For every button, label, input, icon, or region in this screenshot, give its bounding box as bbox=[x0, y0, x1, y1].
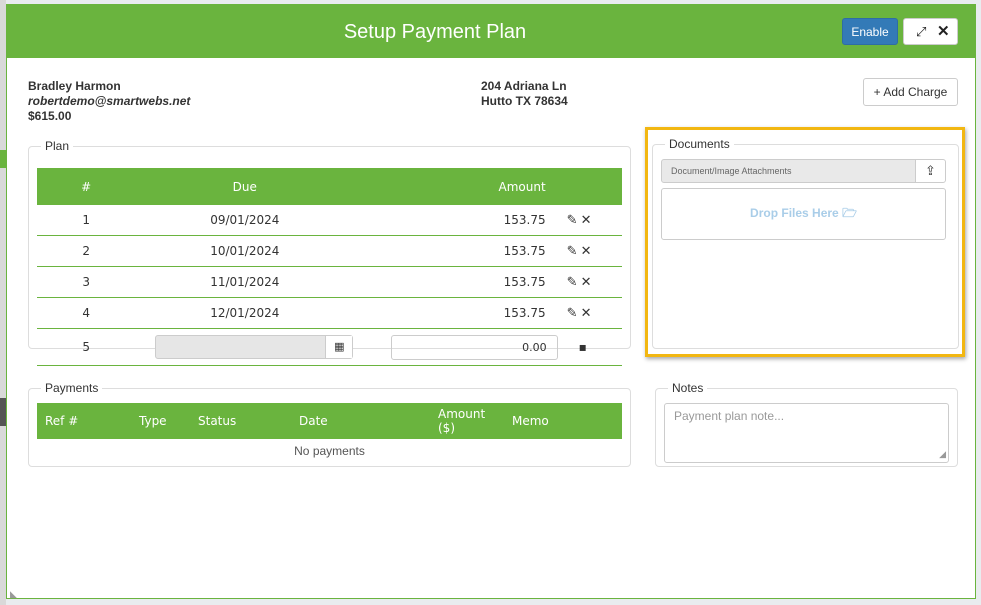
col-type: Type bbox=[131, 403, 190, 439]
expand-icon[interactable]: ⤢ bbox=[916, 24, 926, 40]
address-line1: 204 Adriana Ln bbox=[481, 79, 567, 93]
edit-icon[interactable]: ✎ bbox=[567, 213, 578, 228]
row-due: 10/01/2024 bbox=[135, 235, 355, 267]
calendar-icon[interactable]: ▦ bbox=[325, 336, 353, 358]
col-status: Status bbox=[190, 403, 291, 439]
row-actions: ✎ ✕ bbox=[565, 235, 622, 267]
row-number: 3 bbox=[37, 266, 136, 298]
notes-placeholder: Payment plan note... bbox=[674, 409, 785, 423]
col-ref: Ref # bbox=[37, 403, 131, 439]
row-number: 2 bbox=[37, 235, 136, 267]
plan-legend: Plan bbox=[45, 139, 70, 153]
notes-section: Notes Payment plan note... ◢ bbox=[655, 381, 958, 467]
save-icon[interactable]: ▪ bbox=[567, 340, 587, 354]
customer-info: Bradley Harmon robertdemo@smartwebs.net … bbox=[28, 79, 190, 124]
payment-plan-modal: Setup Payment Plan Enable ⤢ ✕ Bradley Ha… bbox=[6, 4, 976, 599]
due-date-input[interactable]: ▦ bbox=[155, 335, 354, 359]
delete-icon[interactable]: ✕ bbox=[581, 275, 592, 290]
documents-highlight bbox=[645, 127, 965, 357]
edit-icon[interactable]: ✎ bbox=[567, 275, 578, 290]
row-due: 11/01/2024 bbox=[135, 266, 355, 298]
modal-title: Setup Payment Plan bbox=[343, 21, 527, 43]
col-number: # bbox=[37, 168, 136, 205]
new-row: 5 ▦ 0.00 ▪ bbox=[37, 328, 622, 366]
col-memo: Memo bbox=[504, 403, 622, 439]
row-number: 1 bbox=[37, 205, 136, 236]
close-icon[interactable]: ✕ bbox=[937, 22, 950, 40]
window-controls: ⤢ ✕ bbox=[903, 18, 958, 45]
col-amount: Amount bbox=[354, 168, 566, 205]
table-row: 1 09/01/2024 153.75 ✎ ✕ bbox=[37, 205, 622, 236]
col-due: Due bbox=[135, 168, 355, 205]
customer-address: 204 Adriana Ln Hutto TX 78634 bbox=[481, 79, 568, 109]
address-line2: Hutto TX 78634 bbox=[481, 94, 568, 108]
new-row-amount-cell: 0.00 bbox=[354, 328, 566, 366]
payments-section: Payments Ref # Type Status Date Amount (… bbox=[28, 381, 631, 467]
col-amount: Amount ($) bbox=[430, 403, 504, 439]
add-charge-label: Add Charge bbox=[883, 85, 948, 99]
no-payments-text: No payments bbox=[294, 444, 365, 458]
customer-name: Bradley Harmon bbox=[28, 79, 121, 93]
modal-resize-icon[interactable]: ◣ bbox=[10, 589, 17, 600]
payments-table: Ref # Type Status Date Amount ($) Memo N… bbox=[37, 403, 622, 463]
row-amount: 153.75 bbox=[354, 266, 566, 298]
plan-table: # Due Amount 1 09/01/2024 153.75 ✎ ✕ 2 10… bbox=[37, 168, 622, 366]
row-actions: ✎ ✕ bbox=[565, 297, 622, 329]
amount-input[interactable]: 0.00 bbox=[390, 334, 558, 360]
col-date: Date bbox=[291, 403, 430, 439]
table-row: 4 12/01/2024 153.75 ✎ ✕ bbox=[37, 297, 622, 329]
row-amount: 153.75 bbox=[354, 205, 566, 236]
row-due: 09/01/2024 bbox=[135, 205, 355, 236]
new-row-actions: ▪ bbox=[565, 328, 622, 366]
notes-legend: Notes bbox=[672, 381, 704, 395]
new-row-number: 5 bbox=[37, 328, 136, 366]
plus-icon: + bbox=[873, 85, 881, 99]
delete-icon[interactable]: ✕ bbox=[581, 244, 592, 259]
table-row: 2 10/01/2024 153.75 ✎ ✕ bbox=[37, 235, 622, 267]
row-actions: ✎ ✕ bbox=[565, 205, 622, 236]
plan-section: Plan # Due Amount 1 09/01/2024 153.75 ✎ ✕ bbox=[28, 139, 631, 366]
table-row: 3 11/01/2024 153.75 ✎ ✕ bbox=[37, 266, 622, 298]
customer-email: robertdemo@smartwebs.net bbox=[28, 94, 191, 108]
edit-icon[interactable]: ✎ bbox=[567, 306, 578, 321]
add-charge-button[interactable]: + Add Charge bbox=[863, 78, 958, 106]
modal-header: Setup Payment Plan Enable ⤢ ✕ bbox=[7, 5, 975, 58]
row-actions: ✎ ✕ bbox=[565, 266, 622, 298]
customer-balance: $615.00 bbox=[28, 109, 72, 123]
resize-handle-icon[interactable]: ◢ bbox=[939, 449, 946, 460]
row-amount: 153.75 bbox=[354, 297, 566, 329]
payments-legend: Payments bbox=[45, 381, 99, 395]
delete-icon[interactable]: ✕ bbox=[581, 213, 592, 228]
enable-button[interactable]: Enable bbox=[842, 18, 898, 45]
row-due: 12/01/2024 bbox=[135, 297, 355, 329]
row-amount: 153.75 bbox=[354, 235, 566, 267]
row-number: 4 bbox=[37, 297, 136, 329]
col-actions bbox=[565, 168, 622, 205]
new-row-due-cell: ▦ bbox=[135, 328, 355, 366]
delete-icon[interactable]: ✕ bbox=[581, 306, 592, 321]
notes-textarea[interactable]: Payment plan note... ◢ bbox=[664, 403, 949, 463]
edit-icon[interactable]: ✎ bbox=[567, 244, 578, 259]
